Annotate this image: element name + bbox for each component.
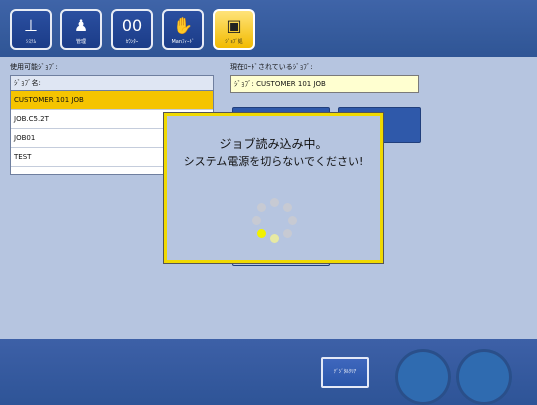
job-tab-label: ｼﾞｮﾌﾞ処 (225, 39, 243, 45)
spinner-dot (257, 203, 266, 212)
counter-icon: 00 (121, 16, 143, 35)
spinner-dot (252, 216, 261, 225)
loading-spinner-icon (252, 198, 298, 244)
manual-feed-tab[interactable]: ✋ Manﾌｨｰﾄﾞ (162, 9, 204, 50)
admin-icon: ♟ (73, 16, 89, 35)
job-tab[interactable]: ▣ ｼﾞｮﾌﾞ処 (213, 9, 255, 50)
job-icon: ▣ (226, 16, 242, 35)
round-button-right[interactable] (456, 349, 512, 405)
counter-tab[interactable]: 00 ｶｳﾝﾀｰ (111, 9, 153, 50)
system-tab-label: ｼｽﾃﾑ (25, 39, 36, 45)
current-job-field: ｼﾞｮﾌﾞ: CUSTOMER 101 JOB (230, 75, 419, 93)
top-toolbar: ⊥ ｼｽﾃﾑ ♟ 管理 00 ｶｳﾝﾀｰ ✋ Manﾌｨｰﾄﾞ ▣ ｼﾞｮﾌﾞ処 (0, 0, 537, 57)
spinner-dot (257, 229, 266, 238)
job-list-header: ｼﾞｮﾌﾞ名: (11, 76, 213, 91)
spinner-dot (288, 216, 297, 225)
counter-tab-label: ｶｳﾝﾀｰ (125, 39, 139, 45)
available-jobs-label: 使用可能ｼﾞｮﾌﾞ: (10, 63, 58, 71)
loading-dialog: ジョブ読み込み中。 システム電源を切らないでください! (164, 113, 383, 263)
system-tab[interactable]: ⊥ ｼｽﾃﾑ (10, 9, 52, 50)
list-item[interactable]: CUSTOMER 101 JOB (11, 91, 213, 110)
manual-feed-icon: ✋ (173, 16, 193, 35)
loaded-job-label: 現在ﾛｰﾄﾞされているｼﾞｮﾌﾞ: (230, 63, 313, 71)
spinner-dot (270, 234, 279, 243)
admin-tab[interactable]: ♟ 管理 (60, 9, 102, 50)
loading-message: ジョブ読み込み中。 (219, 137, 328, 151)
round-button-left[interactable] (395, 349, 451, 405)
spinner-dot (270, 198, 279, 207)
spinner-dot (283, 203, 292, 212)
power-warning-message: システム電源を切らないでください! (183, 155, 364, 168)
system-icon: ⊥ (24, 16, 38, 35)
digital-clear-button[interactable]: ﾃﾞｼﾞﾀﾙｸﾘｱ (321, 357, 369, 388)
spinner-dot (283, 229, 292, 238)
manual-feed-tab-label: Manﾌｨｰﾄﾞ (171, 39, 195, 45)
admin-tab-label: 管理 (75, 39, 86, 45)
